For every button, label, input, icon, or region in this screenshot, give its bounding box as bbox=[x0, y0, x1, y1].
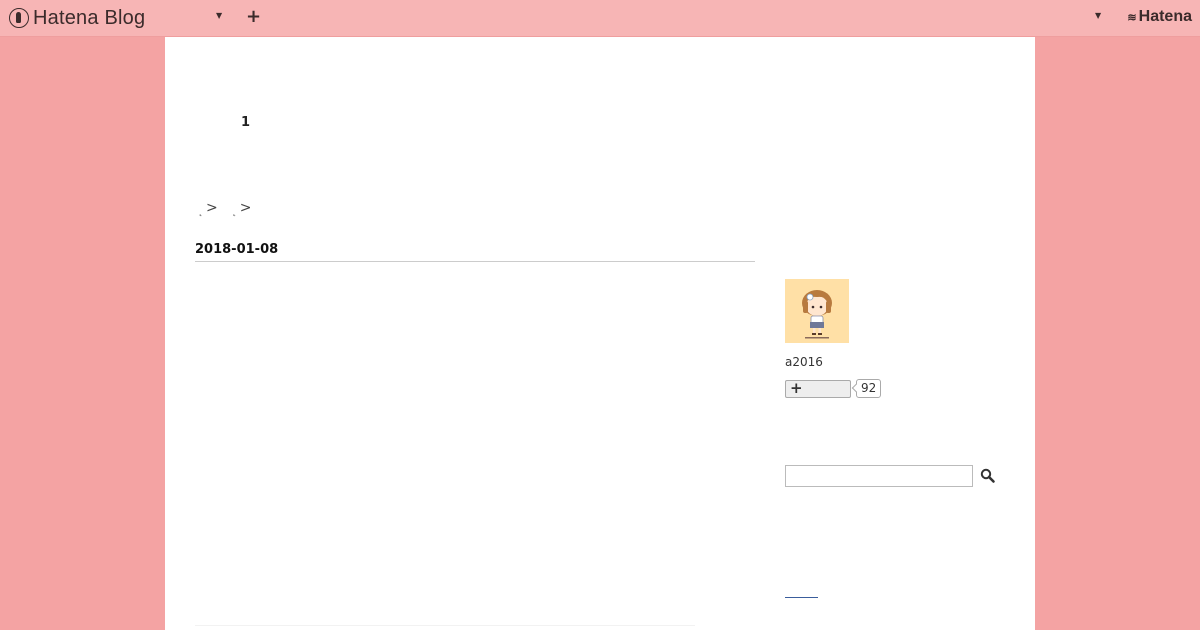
breadcrumb-dot-icon: ˛ bbox=[231, 205, 237, 217]
hatena-icon: ≋ bbox=[1127, 11, 1136, 24]
blog-content-area: 1 ˛ > ˛ > 2018-01-08 a2016 + 92 bbox=[165, 37, 1035, 630]
search-input[interactable] bbox=[785, 465, 973, 487]
hatena-label: Hatena bbox=[1138, 8, 1192, 25]
hatena-blog-logo-icon bbox=[9, 8, 29, 28]
breadcrumb-separator: > bbox=[206, 200, 218, 216]
add-post-button[interactable]: + bbox=[246, 6, 261, 27]
breadcrumb-separator: > bbox=[239, 200, 252, 216]
user-menu-chevron-down-icon[interactable]: ▼ bbox=[1095, 11, 1101, 20]
logo-text: Hatena Blog bbox=[33, 6, 146, 29]
page-number: 1 bbox=[241, 115, 251, 130]
breadcrumb: ˛ > ˛ > bbox=[195, 200, 262, 217]
avatar[interactable] bbox=[785, 279, 849, 343]
profile-username[interactable]: a2016 bbox=[785, 355, 823, 369]
hatena-link[interactable]: ≋ Hatena bbox=[1127, 8, 1192, 26]
search-icon bbox=[980, 468, 995, 483]
avatar-character-icon bbox=[785, 279, 849, 343]
global-header: Hatena Blog ▼ + ▼ ≋ Hatena bbox=[0, 0, 1200, 37]
subscribe-button[interactable]: + bbox=[785, 379, 851, 398]
breadcrumb-dot-icon: ˛ bbox=[198, 205, 203, 217]
sidebar-link[interactable] bbox=[785, 597, 818, 598]
hatena-blog-logo[interactable]: Hatena Blog bbox=[9, 7, 145, 29]
content-divider bbox=[195, 625, 695, 626]
archive-date-heading: 2018-01-08 bbox=[195, 242, 755, 262]
search-button[interactable] bbox=[979, 467, 997, 485]
plus-icon: + bbox=[790, 379, 803, 397]
subscriber-count-badge: 92 bbox=[856, 379, 882, 398]
blog-menu-chevron-down-icon[interactable]: ▼ bbox=[216, 11, 222, 20]
